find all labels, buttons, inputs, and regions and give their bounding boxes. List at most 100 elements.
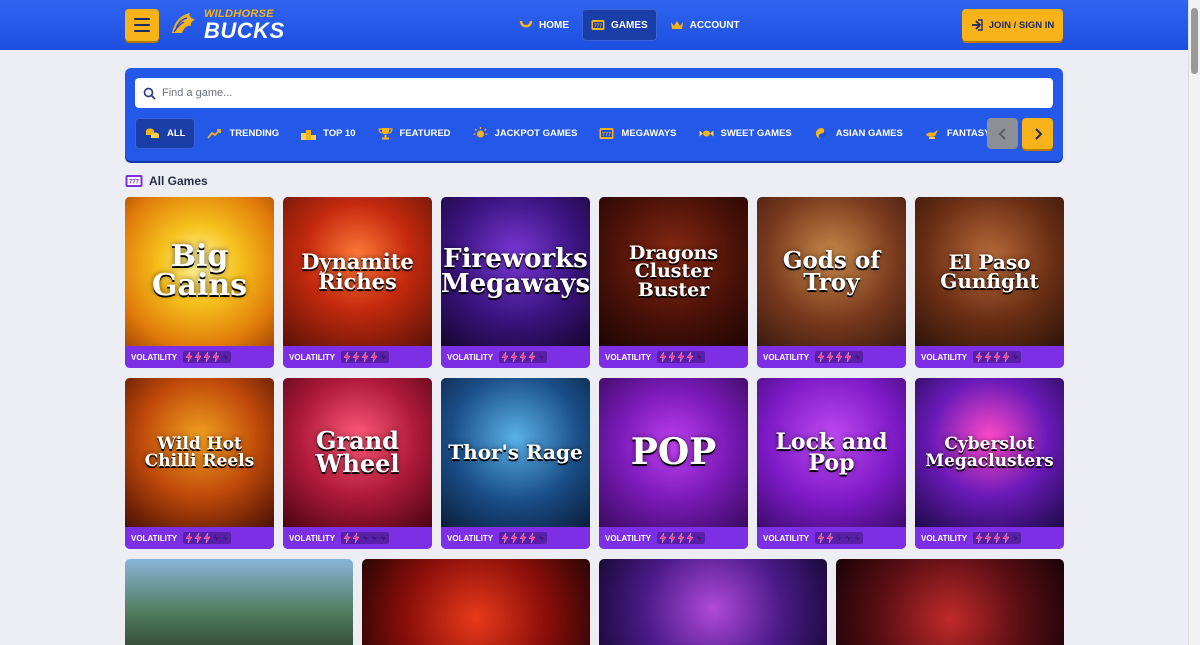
category-label: ASIAN GAMES [835, 128, 903, 139]
game-card[interactable]: POP VOLATILITY [599, 378, 748, 549]
lightning-bolt-icon [501, 533, 509, 543]
game-title: El Paso Gunfight [940, 249, 1039, 293]
category-tab-trending[interactable]: TRENDING [197, 118, 289, 149]
game-thumbnail-dragons-cluster-buster[interactable]: Dragons Cluster Buster [599, 197, 748, 346]
game-card-ninja[interactable] [599, 559, 827, 645]
game-thumbnail-gods-of-troy[interactable]: Gods of Troy [757, 197, 906, 346]
lightning-bolt-icon [537, 533, 545, 543]
lightning-bolt-icon [528, 533, 536, 543]
svg-text:777: 777 [129, 180, 140, 186]
volatility-label: VOLATILITY [763, 352, 810, 362]
game-thumbnail-pop[interactable]: POP [599, 378, 748, 527]
section-heading: 777 All Games [125, 172, 208, 190]
game-card[interactable]: Cyberslot Megaclusters VOLATILITY [915, 378, 1064, 549]
game-title: Wild Hot Chilli Reels [144, 434, 255, 471]
lightning-bolt-icon [519, 352, 527, 362]
lightning-bolt-icon [185, 533, 193, 543]
lightning-bolt-icon [1002, 352, 1010, 362]
menu-line-icon [134, 18, 150, 20]
game-card[interactable]: Big Gains VOLATILITY [125, 197, 274, 368]
lightning-bolt-icon [659, 352, 667, 362]
volatility-rating [973, 532, 1022, 544]
game-title: Gods of Troy [782, 246, 881, 296]
nav-account[interactable]: ACCOUNT [661, 9, 749, 41]
lightning-bolt-icon [343, 352, 351, 362]
volatility-label: VOLATILITY [289, 533, 336, 543]
scrollbar-thumb[interactable] [1191, 8, 1198, 74]
category-tab-featured[interactable]: FEATURED [368, 118, 461, 149]
slot-777-icon: 777 [599, 128, 614, 139]
game-thumbnail-fireworks-megaways[interactable]: Fireworks Megaways [441, 197, 590, 346]
game-thumbnail-cyberslot-megaclusters[interactable]: Cyberslot Megaclusters [915, 378, 1064, 527]
lightning-bolt-icon [853, 533, 861, 543]
lightning-bolt-icon [677, 533, 685, 543]
hamburger-menu-button[interactable] [125, 9, 159, 41]
lightning-bolt-icon [379, 533, 387, 543]
lightning-bolt-icon [510, 533, 518, 543]
game-card[interactable]: Gods of Troy VOLATILITY [757, 197, 906, 368]
volatility-label: VOLATILITY [289, 352, 336, 362]
join-sign-in-button[interactable]: JOIN / SIGN IN [962, 9, 1063, 41]
volatility-rating [341, 351, 390, 363]
game-card[interactable]: Fireworks Megaways VOLATILITY [441, 197, 590, 368]
search-icon [143, 87, 156, 100]
game-card[interactable]: Grand Wheel VOLATILITY [283, 378, 432, 549]
category-label: FEATURED [399, 128, 451, 139]
game-card[interactable]: Wild Hot Chilli Reels VOLATILITY [125, 378, 274, 549]
lightning-bolt-icon [519, 533, 527, 543]
game-title: Big Gains [151, 239, 248, 303]
game-title: Lock and Pop [775, 428, 888, 476]
volatility-bar: VOLATILITY [599, 527, 748, 549]
category-next-button[interactable] [1022, 118, 1053, 149]
category-tab-sweet-games[interactable]: SWEET GAMES [689, 118, 802, 149]
game-thumbnail-wild-hot-chilli-reels[interactable]: Wild Hot Chilli Reels [125, 378, 274, 527]
category-tab-all[interactable]: ALL [135, 118, 196, 149]
game-title: Dragons Cluster Buster [628, 242, 719, 301]
page-scrollbar[interactable] [1188, 0, 1200, 645]
game-card-geisha[interactable] [362, 559, 590, 645]
game-thumbnail-big-gains[interactable]: Big Gains [125, 197, 274, 346]
category-tab-jackpot-games[interactable]: JACKPOT GAMES [463, 118, 588, 149]
lightning-bolt-icon [361, 352, 369, 362]
top-header: WILDHORSE BUCKS HOME 777 GAMES ACCOUNT J… [0, 0, 1188, 50]
game-card[interactable]: El Paso Gunfight VOLATILITY [915, 197, 1064, 368]
category-tab-asian-games[interactable]: ASIAN GAMES [804, 118, 913, 149]
lightning-bolt-icon [537, 352, 545, 362]
svg-text:777: 777 [594, 23, 603, 29]
game-card[interactable]: Thor's Rage VOLATILITY [441, 378, 590, 549]
category-tab-megaways[interactable]: 777 MEGAWAYS [589, 118, 686, 149]
game-grid-row: Wild Hot Chilli Reels VOLATILITY Grand Whe… [125, 378, 1064, 549]
lightning-bolt-icon [194, 533, 202, 543]
game-card[interactable]: Dragons Cluster Buster VOLATILITY [599, 197, 748, 368]
nav-home[interactable]: HOME [510, 9, 578, 41]
volatility-label: VOLATILITY [447, 533, 494, 543]
game-card-wolf[interactable] [125, 559, 353, 645]
search-input[interactable] [162, 87, 1022, 99]
volatility-bar: VOLATILITY [441, 527, 590, 549]
nav-games[interactable]: 777 GAMES [582, 9, 657, 41]
game-thumbnail-el-paso-gunfight[interactable]: El Paso Gunfight [915, 197, 1064, 346]
game-grid-row: Big Gains VOLATILITY Dynamite Riches VOLATI… [125, 197, 1064, 368]
volatility-label: VOLATILITY [605, 352, 652, 362]
genie-lamp-icon [925, 130, 938, 139]
lightning-bolt-icon [853, 352, 861, 362]
category-tab-fantasy-games[interactable]: FANTASY GAMES [915, 118, 987, 149]
game-card-vampire[interactable] [836, 559, 1064, 645]
category-tabs: ALL TRENDING TOP 10 FEATURED JACKPOT GAM… [135, 118, 987, 149]
game-title: Grand Wheel [315, 425, 400, 478]
lightning-bolt-icon [343, 533, 351, 543]
game-card[interactable]: Dynamite Riches VOLATILITY [283, 197, 432, 368]
category-label: FANTASY GAMES [946, 128, 987, 139]
game-card[interactable]: Lock and Pop VOLATILITY [757, 378, 906, 549]
category-tab-top-10[interactable]: TOP 10 [291, 118, 365, 149]
search-box[interactable] [135, 78, 1053, 108]
game-thumbnail-lock-and-pop[interactable]: Lock and Pop [757, 378, 906, 527]
game-thumbnail-grand-wheel[interactable]: Grand Wheel [283, 378, 432, 527]
game-title: Dynamite Riches [301, 248, 414, 294]
category-prev-button[interactable] [987, 118, 1018, 149]
volatility-label: VOLATILITY [763, 533, 810, 543]
horse-head-logo-icon [172, 13, 195, 33]
game-thumbnail-dynamite-riches[interactable]: Dynamite Riches [283, 197, 432, 346]
brand-logo[interactable]: WILDHORSE BUCKS [168, 7, 285, 43]
game-thumbnail-thor-s-rage[interactable]: Thor's Rage [441, 378, 590, 527]
